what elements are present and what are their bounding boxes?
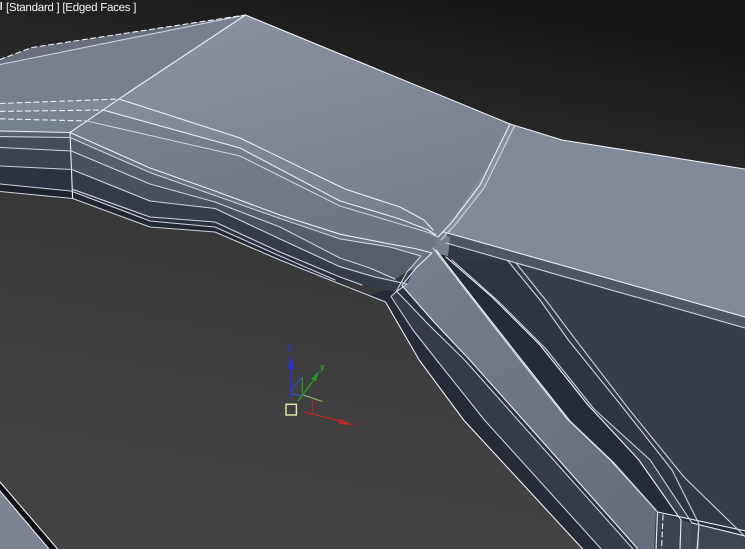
svg-text:Z: Z [288,343,293,353]
svg-text:x: x [355,419,360,428]
svg-text:[Standard ] [Edged Faces ]: [Standard ] [Edged Faces ] [6,1,136,14]
svg-text:y: y [320,362,325,372]
